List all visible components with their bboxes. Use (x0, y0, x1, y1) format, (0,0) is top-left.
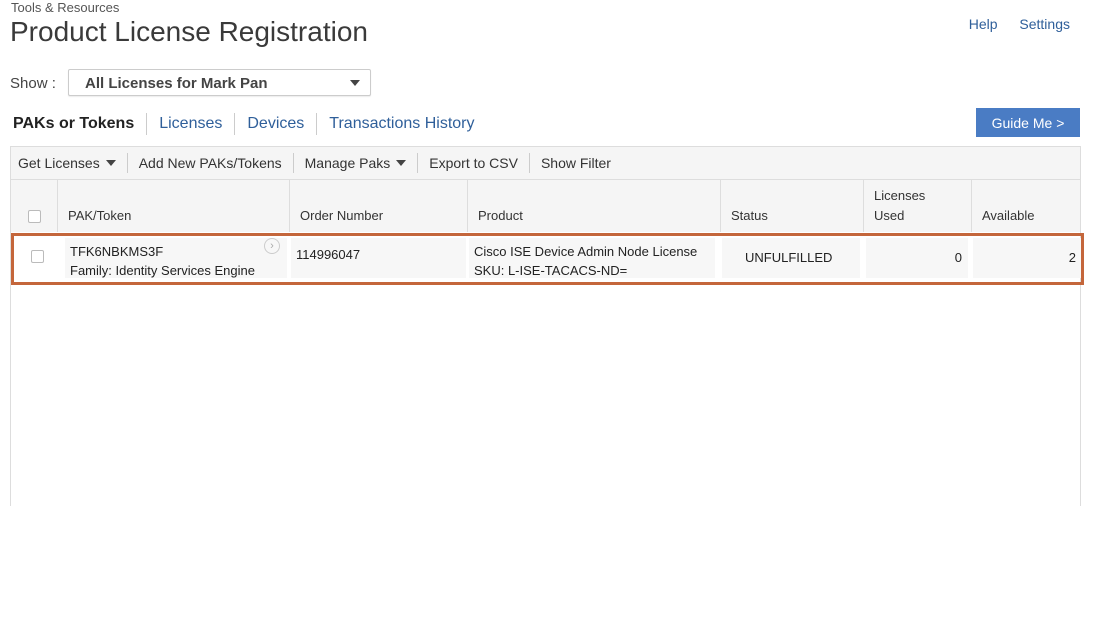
top-links: Help Settings (951, 16, 1070, 32)
table-row[interactable]: TFK6NBKMS3F Family: Identity Services En… (11, 233, 1081, 285)
column-header-pak-label: PAK/Token (68, 208, 132, 223)
chevron-right-circle-icon[interactable]: › (264, 238, 280, 254)
order-number-value: 114996047 (296, 247, 361, 262)
help-link[interactable]: Help (969, 16, 998, 32)
product-sku-value: SKU: L-ISE-TACACS-ND= (474, 263, 628, 278)
licenses-used-value: 0 (954, 250, 962, 265)
table-header: PAK/Token Order Number Product Status Li… (11, 180, 1080, 232)
tab-bar: PAKs or Tokens Licenses Devices Transact… (13, 113, 487, 135)
status-cell: UNFULFILLED (722, 238, 860, 278)
tab-devices[interactable]: Devices (234, 113, 316, 135)
column-header-available[interactable]: Available (971, 180, 1081, 232)
show-dropdown-value: All Licenses for Mark Pan (85, 75, 268, 92)
pak-token-value: TFK6NBKMS3F (70, 244, 164, 259)
column-header-available-label: Available (982, 208, 1035, 223)
column-header-status[interactable]: Status (720, 180, 863, 232)
get-licenses-label: Get Licenses (18, 155, 100, 171)
export-csv-label: Export to CSV (429, 155, 518, 171)
select-all-checkbox[interactable] (28, 210, 41, 223)
column-header-licenses-used-label: Licenses Used (874, 188, 926, 223)
available-cell: 2 (973, 238, 1081, 278)
export-csv-button[interactable]: Export to CSV (418, 153, 530, 173)
status-value: UNFULFILLED (745, 250, 833, 265)
get-licenses-menu[interactable]: Get Licenses (11, 153, 128, 173)
product-cell: Cisco ISE Device Admin Node License SKU:… (469, 238, 715, 278)
add-new-paks-button[interactable]: Add New PAKs/Tokens (128, 153, 294, 173)
tab-paks-or-tokens[interactable]: PAKs or Tokens (13, 113, 146, 135)
licenses-used-cell: 0 (866, 238, 968, 278)
available-value: 2 (1068, 250, 1076, 265)
add-new-paks-label: Add New PAKs/Tokens (138, 155, 282, 171)
show-filter-label: Show Filter (540, 155, 611, 171)
pak-family-value: Family: Identity Services Engine (70, 263, 255, 278)
column-header-order-number[interactable]: Order Number (289, 180, 467, 232)
pak-table-panel: Get Licenses Add New PAKs/Tokens Manage … (10, 146, 1081, 506)
row-checkbox[interactable] (31, 250, 44, 263)
settings-link[interactable]: Settings (1019, 16, 1070, 32)
guide-me-button[interactable]: Guide Me > (976, 108, 1080, 137)
tab-licenses[interactable]: Licenses (146, 113, 234, 135)
column-header-product[interactable]: Product (467, 180, 720, 232)
page-title: Product License Registration (10, 16, 368, 47)
tab-transactions-history[interactable]: Transactions History (316, 113, 486, 135)
chevron-down-icon (350, 80, 360, 86)
breadcrumb: Tools & Resources (11, 0, 120, 15)
show-label: Show : (10, 75, 56, 92)
show-dropdown[interactable]: All Licenses for Mark Pan (68, 69, 371, 96)
product-name-value: Cisco ISE Device Admin Node License (474, 244, 698, 259)
chevron-down-icon (105, 160, 116, 166)
manage-paks-label: Manage Paks (304, 155, 391, 171)
chevron-down-icon (396, 160, 407, 166)
column-header-pak[interactable]: PAK/Token (57, 180, 289, 232)
pak-cell: TFK6NBKMS3F Family: Identity Services En… (65, 238, 287, 278)
column-header-status-label: Status (731, 208, 768, 223)
order-number-cell: 114996047 (291, 238, 466, 278)
manage-paks-menu[interactable]: Manage Paks (294, 153, 419, 173)
show-filter-button[interactable]: Show Filter (530, 153, 622, 173)
table-toolbar: Get Licenses Add New PAKs/Tokens Manage … (11, 147, 1080, 180)
column-header-order-number-label: Order Number (300, 208, 384, 223)
column-header-licenses-used[interactable]: Licenses Used (863, 180, 971, 232)
column-header-product-label: Product (478, 208, 523, 223)
